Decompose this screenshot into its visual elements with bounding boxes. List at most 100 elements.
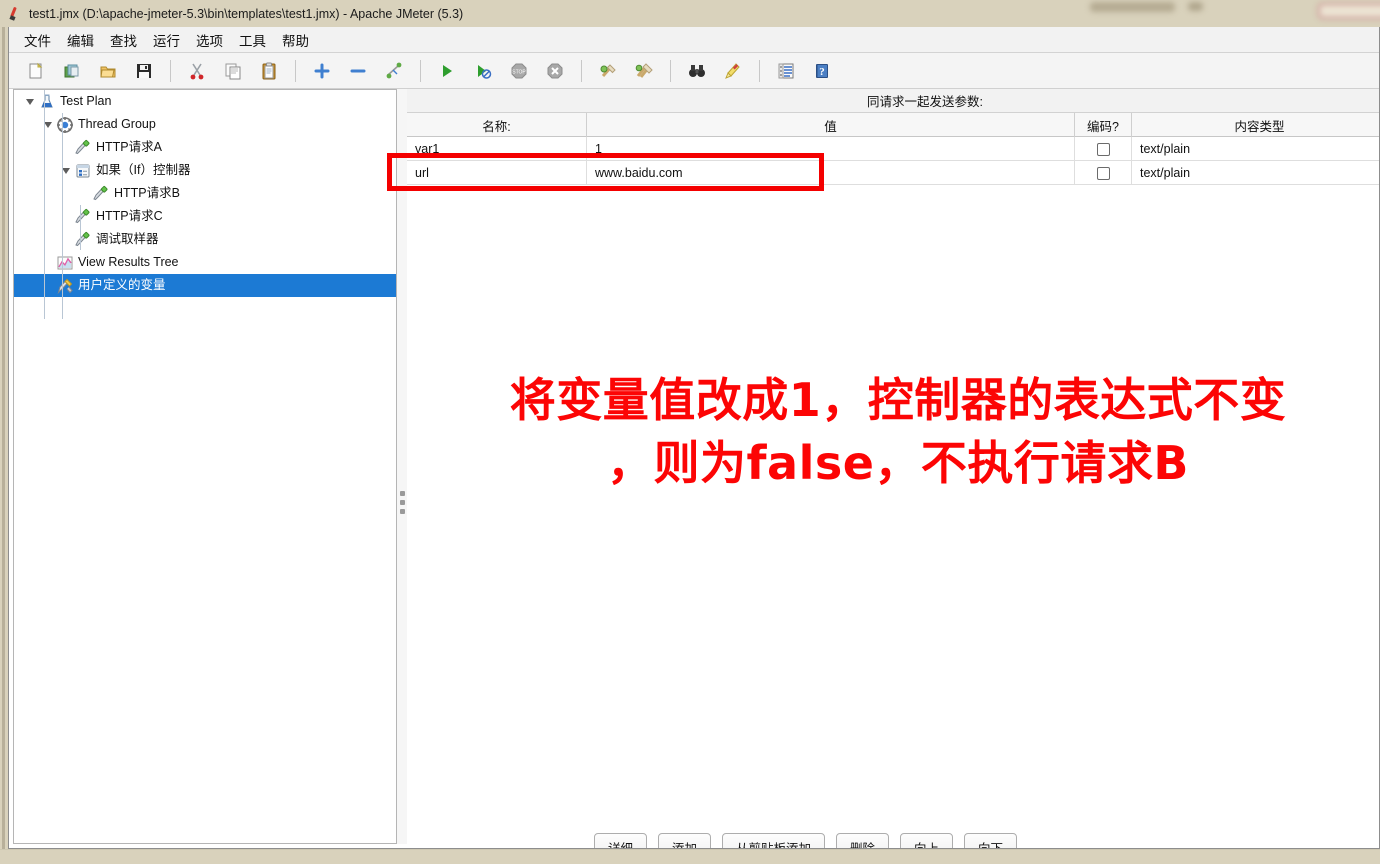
- chevron-down-icon[interactable]: [58, 159, 74, 182]
- stop-icon[interactable]: STOP: [502, 56, 536, 86]
- svg-text:STOP: STOP: [512, 69, 526, 75]
- tree-node-label: 如果（If）控制器: [96, 164, 190, 177]
- param-value-cell[interactable]: 1: [587, 137, 1075, 161]
- sampler-icon: [92, 185, 110, 203]
- start-play-icon[interactable]: [430, 56, 464, 86]
- chevron-down-icon[interactable]: [40, 113, 56, 136]
- expand-all-plus-icon[interactable]: [305, 56, 339, 86]
- tree-toggle-placeholder: [40, 251, 56, 274]
- delete-button[interactable]: 删除: [836, 833, 889, 849]
- threadgroup-icon: [56, 116, 74, 134]
- encode-cell[interactable]: [1075, 161, 1132, 185]
- start-no-timers-icon[interactable]: [466, 56, 500, 86]
- title-bar: test1.jmx (D:\apache-jmeter-5.3\bin\temp…: [0, 0, 950, 27]
- user-variables-icon: [56, 277, 74, 295]
- clear-all-icon[interactable]: [627, 56, 661, 86]
- tree-toggle-placeholder: [40, 274, 56, 297]
- encode-cell[interactable]: [1075, 137, 1132, 161]
- tree-toggle-placeholder: [58, 228, 74, 251]
- menu-help[interactable]: 帮助: [275, 27, 316, 53]
- jmeter-feather-icon: [7, 6, 22, 21]
- split-pane-divider[interactable]: [397, 89, 407, 844]
- tree-connector-line: [80, 205, 81, 250]
- toolbar-separator: [170, 60, 171, 82]
- open-templates-icon[interactable]: [55, 56, 89, 86]
- column-header[interactable]: 内容类型: [1132, 113, 1380, 137]
- copy-icon[interactable]: [216, 56, 250, 86]
- collapse-all-minus-icon[interactable]: [341, 56, 375, 86]
- move-down-button[interactable]: 向下: [964, 833, 1017, 849]
- tool-bar: STOP?: [9, 53, 1380, 89]
- menu-bar: 文件编辑查找运行选项工具帮助: [9, 27, 1380, 53]
- menu-run[interactable]: 运行: [146, 27, 187, 53]
- encode-checkbox[interactable]: [1097, 167, 1110, 180]
- listener-icon: [56, 254, 74, 272]
- tree-node-label: HTTP请求A: [96, 141, 162, 154]
- table-row[interactable]: var11 text/plain: [407, 137, 1380, 161]
- toolbar-separator: [295, 60, 296, 82]
- parameters-table[interactable]: 名称:值编码?内容类型 var11text/plainurlwww.baidu.…: [407, 113, 1380, 185]
- annotation-line-1: 将变量值改成1，控制器的表达式不变: [407, 369, 1380, 432]
- window-title: test1.jmx (D:\apache-jmeter-5.3\bin\temp…: [29, 7, 463, 21]
- content-type-cell[interactable]: text/plain: [1132, 161, 1380, 185]
- column-header[interactable]: 名称:: [407, 113, 587, 137]
- tree-node-0[interactable]: Test Plan: [14, 90, 396, 113]
- clear-icon[interactable]: [591, 56, 625, 86]
- tree-node-label: View Results Tree: [78, 256, 179, 269]
- tree-toggle-placeholder: [58, 205, 74, 228]
- new-document-icon[interactable]: [19, 56, 53, 86]
- annotation-line-2: ，则为false，不执行请求B: [407, 432, 1380, 495]
- menu-tools[interactable]: 工具: [232, 27, 273, 53]
- chevron-down-icon[interactable]: [22, 90, 38, 113]
- help-book-icon[interactable]: ?: [805, 56, 839, 86]
- tree-connector-line: [44, 90, 45, 319]
- param-name-cell[interactable]: url: [407, 161, 587, 185]
- menu-file[interactable]: 文件: [17, 27, 58, 53]
- content-type-cell[interactable]: text/plain: [1132, 137, 1380, 161]
- tree-node-5[interactable]: HTTP请求C: [14, 205, 396, 228]
- column-header[interactable]: 编码?: [1075, 113, 1132, 137]
- tree-connector-line: [62, 113, 63, 319]
- menu-edit[interactable]: 编辑: [60, 27, 101, 53]
- parameters-label: 同请求一起发送参数:: [867, 91, 983, 110]
- sampler-icon: [74, 208, 92, 226]
- tree-node-8[interactable]: 用户定义的变量: [14, 274, 396, 297]
- tree-node-label: Thread Group: [78, 118, 156, 131]
- save-icon[interactable]: [127, 56, 161, 86]
- tree-toggle-placeholder: [58, 136, 74, 159]
- table-row[interactable]: urlwww.baidu.com text/plain: [407, 161, 1380, 185]
- column-header[interactable]: 值: [587, 113, 1075, 137]
- shutdown-icon[interactable]: [538, 56, 572, 86]
- add-button[interactable]: 添加: [658, 833, 711, 849]
- tree-node-1[interactable]: Thread Group: [14, 113, 396, 136]
- svg-text:?: ?: [819, 66, 825, 78]
- blurred-artifact: [1090, 2, 1175, 12]
- detail-button[interactable]: 详细: [594, 833, 647, 849]
- tree-node-7[interactable]: View Results Tree: [14, 251, 396, 274]
- tree-node-label: 调试取样器: [96, 233, 159, 246]
- tree-node-3[interactable]: 如果（If）控制器: [14, 159, 396, 182]
- tree-node-label: Test Plan: [60, 95, 111, 108]
- add-from-clipboard-button[interactable]: 从剪贴板添加: [722, 833, 825, 849]
- param-value-cell[interactable]: www.baidu.com: [587, 161, 1075, 185]
- splitter-grip-icon[interactable]: [400, 491, 405, 516]
- search-binoculars-icon[interactable]: [680, 56, 714, 86]
- table-header-row: 名称:值编码?内容类型: [407, 113, 1380, 137]
- move-up-button[interactable]: 向上: [900, 833, 953, 849]
- open-folder-icon[interactable]: [91, 56, 125, 86]
- window-frame-bottom: [0, 849, 1380, 864]
- menu-options[interactable]: 选项: [189, 27, 230, 53]
- tree-node-label: 用户定义的变量: [78, 279, 166, 292]
- tree-node-4[interactable]: HTTP请求B: [14, 182, 396, 205]
- tree-node-6[interactable]: 调试取样器: [14, 228, 396, 251]
- paste-clipboard-icon[interactable]: [252, 56, 286, 86]
- function-helper-icon[interactable]: [769, 56, 803, 86]
- encode-checkbox[interactable]: [1097, 143, 1110, 156]
- tree-node-2[interactable]: HTTP请求A: [14, 136, 396, 159]
- toggle-icon[interactable]: [377, 56, 411, 86]
- test-plan-tree[interactable]: Test Plan Thread Group HTTP请求A 如果（If）控制器 HTT…: [13, 89, 397, 844]
- param-name-cell[interactable]: var1: [407, 137, 587, 161]
- cut-scissors-icon[interactable]: [180, 56, 214, 86]
- reset-search-broom-icon[interactable]: [716, 56, 750, 86]
- menu-search[interactable]: 查找: [103, 27, 144, 53]
